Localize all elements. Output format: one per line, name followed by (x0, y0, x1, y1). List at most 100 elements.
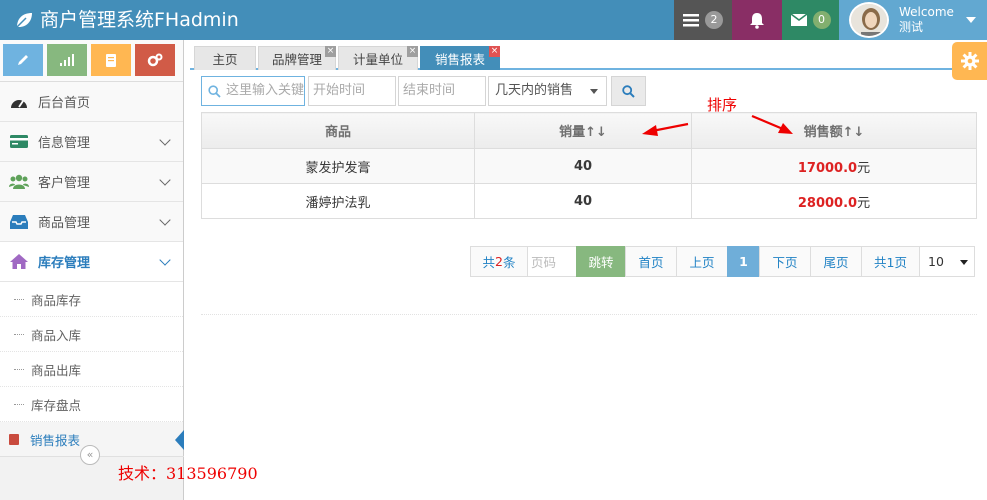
tasks-badge: 2 (705, 11, 723, 29)
leaf-icon (16, 13, 32, 28)
close-icon[interactable]: × (407, 46, 418, 57)
cogs-icon (147, 53, 163, 67)
divider (201, 314, 977, 315)
current-page-button[interactable]: 1 (727, 246, 760, 277)
envelope-icon (790, 14, 807, 26)
active-indicator (175, 430, 184, 450)
chevron-down-icon (159, 174, 171, 186)
submenu-item-stocktake[interactable]: 库存盘点 (0, 387, 183, 422)
first-page-button[interactable]: 首页 (625, 246, 677, 277)
cell-qty: 40 (474, 183, 692, 219)
submenu-label: 商品库存 (31, 292, 82, 308)
chevron-down-icon (159, 214, 171, 226)
page-number-input[interactable]: 页码 (527, 246, 577, 277)
bell-icon (750, 12, 764, 29)
pencil-icon (18, 55, 28, 65)
tab-home[interactable]: 主页 (194, 46, 256, 70)
table-row: 潘婷护法乳 40 28000.0元 (201, 183, 977, 219)
column-header-qty[interactable]: 销量↑↓ (474, 112, 692, 149)
users-icon (8, 173, 30, 191)
column-header-amount[interactable]: 销售额↑↓ (691, 112, 977, 149)
inventory-submenu: 商品库存 商品入库 商品出库 库存盘点 销售报表 (0, 282, 184, 457)
tab-brand[interactable]: 品牌管理 × (258, 46, 336, 70)
chevron-down-icon (590, 89, 598, 94)
submenu-item-stock-out[interactable]: 商品出库 (0, 352, 183, 387)
username: 测试 (899, 20, 924, 34)
column-header-product: 商品 (201, 112, 475, 149)
search-icon (622, 84, 635, 98)
book-icon (106, 53, 116, 67)
user-menu[interactable]: Welcome 测试 (839, 0, 987, 40)
amount-value: 17000.0 (797, 160, 858, 176)
amount-value: 28000.0 (797, 195, 858, 211)
settings-button[interactable] (952, 42, 987, 80)
sidebar-item-label: 库存管理 (38, 256, 91, 271)
app-brand[interactable]: 商户管理系统FHadmin (14, 0, 239, 40)
period-select[interactable]: 几天内的销售 (488, 76, 607, 106)
pager-total: 共2条 (470, 246, 528, 277)
table-header-row: 商品 销量↑↓ 销售额↑↓ (201, 112, 977, 149)
caret-down-icon (965, 17, 976, 23)
next-page-button[interactable]: 下页 (759, 246, 811, 277)
pager-total-prefix: 共 (482, 255, 496, 270)
notifications-button[interactable] (732, 0, 782, 40)
submenu-label: 商品入库 (31, 327, 82, 343)
tasks-button[interactable]: 2 (674, 0, 732, 40)
close-icon[interactable]: × (325, 46, 336, 57)
sidebar-item-inventory[interactable]: 库存管理 (0, 242, 183, 282)
sidebar-item-products[interactable]: 商品管理 (0, 202, 183, 242)
tab-label: 计量单位 (352, 52, 403, 67)
page-size-select[interactable]: 10 (919, 246, 975, 277)
shortcut-signal-button[interactable] (47, 44, 87, 76)
avatar (849, 2, 889, 38)
amount-unit: 元 (857, 160, 871, 176)
tab-unit[interactable]: 计量单位 × (338, 46, 418, 70)
search-button[interactable] (611, 76, 646, 106)
messages-button[interactable]: 0 (782, 0, 839, 40)
tab-bar: 主页 品牌管理 × 计量单位 × 销售报表 × (190, 44, 980, 70)
close-icon[interactable]: × (489, 46, 500, 57)
inbox-icon (8, 213, 30, 231)
shortcut-book-button[interactable] (91, 44, 131, 76)
chevron-down-icon (960, 260, 968, 265)
watermark-text: 技术：313596790 (118, 464, 258, 483)
start-date-input[interactable]: 开始时间 (308, 76, 396, 106)
cell-product: 蒙发护发膏 (201, 148, 475, 184)
sidebar-item-customers[interactable]: 客户管理 (0, 162, 183, 202)
cell-amount: 28000.0元 (691, 183, 977, 219)
search-input[interactable]: 这里输入关键词 (201, 76, 305, 106)
gear-icon (960, 52, 979, 70)
book-icon (9, 434, 19, 445)
submenu-item-stock-in[interactable]: 商品入库 (0, 317, 183, 352)
chevron-down-icon (159, 134, 171, 146)
shortcut-cogs-button[interactable] (135, 44, 175, 76)
sales-table: 商品 销量↑↓ 销售额↑↓ 蒙发护发膏 40 17000.0元 潘婷护法乳 40… (201, 112, 977, 219)
pager-total-suffix: 条 (502, 255, 516, 270)
signal-icon (60, 54, 74, 66)
last-page-button[interactable]: 尾页 (810, 246, 862, 277)
sidebar-item-info[interactable]: 信息管理 (0, 122, 183, 162)
chevron-down-icon (159, 254, 171, 266)
dashboard-icon (8, 93, 30, 111)
cell-amount: 17000.0元 (691, 148, 977, 184)
sidebar-item-label: 后台首页 (38, 96, 91, 111)
sidebar: 后台首页 信息管理 客户管理 商品管理 库存管理 商品库存 商品入库 商品出库 … (0, 40, 184, 500)
tab-sales-report[interactable]: 销售报表 × (420, 46, 500, 70)
pager-total-count: 2 (495, 254, 503, 269)
cell-product: 潘婷护法乳 (201, 183, 475, 219)
shortcut-bar (0, 40, 183, 82)
end-date-input[interactable]: 结束时间 (398, 76, 486, 106)
table-row: 蒙发护发膏 40 17000.0元 (201, 148, 977, 184)
tasks-icon (683, 14, 699, 27)
sidebar-item-home[interactable]: 后台首页 (0, 82, 183, 122)
credit-card-icon (8, 133, 30, 151)
period-select-value: 几天内的销售 (495, 83, 574, 98)
shortcut-pencil-button[interactable] (3, 44, 43, 76)
submenu-item-stock[interactable]: 商品库存 (0, 282, 183, 317)
collapse-sidebar-button[interactable]: « (80, 445, 100, 465)
messages-badge: 0 (812, 11, 831, 29)
prev-page-button[interactable]: 上页 (676, 246, 728, 277)
jump-button[interactable]: 跳转 (576, 246, 626, 277)
app-title: 商户管理系统FHadmin (40, 9, 239, 31)
submenu-label: 销售报表 (30, 432, 81, 448)
